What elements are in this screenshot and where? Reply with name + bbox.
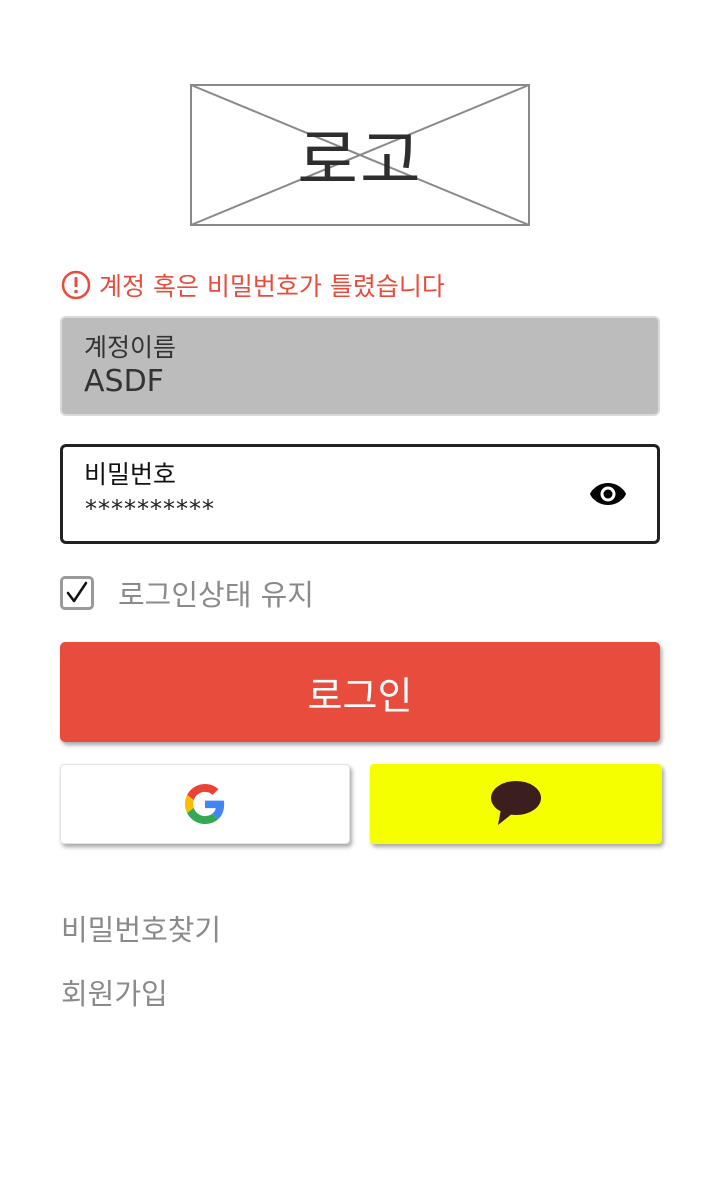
error-text: 계정 혹은 비밀번호가 틀렸습니다 [99, 272, 445, 301]
error-message: 계정 혹은 비밀번호가 틀렸습니다 [61, 268, 445, 302]
remember-label: 로그인상태 유지 [118, 578, 314, 612]
exclamation-circle-icon [61, 270, 91, 300]
password-field[interactable]: 비밀번호 ********** [60, 444, 660, 544]
remember-login-toggle[interactable]: 로그인상태 유지 [60, 572, 314, 614]
signup-link[interactable]: 회원가입 [61, 971, 168, 1013]
logo-placeholder: 로고 [190, 84, 530, 226]
username-label: 계정이름 [84, 333, 177, 362]
login-button[interactable]: 로그인 [60, 642, 660, 742]
find-password-link[interactable]: 비밀번호찾기 [61, 907, 221, 949]
password-label: 비밀번호 [84, 460, 177, 489]
eye-icon[interactable] [589, 479, 627, 513]
password-input[interactable]: ********** [85, 495, 215, 523]
kakao-speech-bubble-icon [491, 781, 541, 825]
logo-text: 로고 [297, 122, 423, 199]
google-icon [185, 784, 225, 824]
username-field[interactable]: 계정이름 ASDF [60, 316, 660, 416]
remember-checkbox[interactable] [60, 576, 94, 610]
checkmark-icon [66, 581, 88, 603]
google-login-button[interactable] [60, 764, 350, 844]
kakao-login-button[interactable] [370, 764, 662, 844]
username-input[interactable]: ASDF [84, 364, 164, 399]
